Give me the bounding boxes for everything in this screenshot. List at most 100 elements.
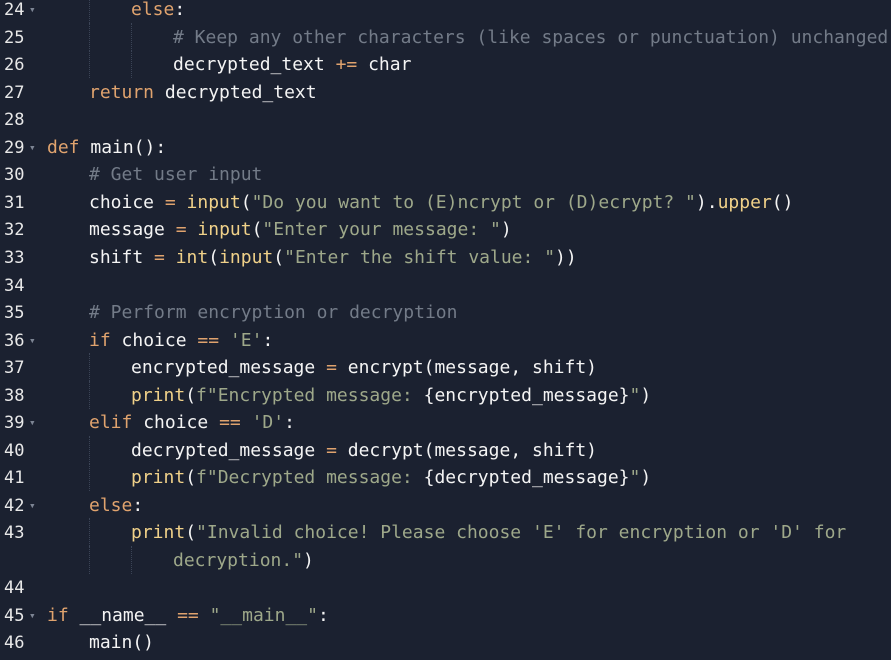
code-editor[interactable]: 24 ▾ else: 25 # Keep any other characters (l… xyxy=(0,0,891,660)
code-token: == xyxy=(219,412,241,433)
code-text: main() xyxy=(89,633,154,653)
code-token: () xyxy=(771,192,794,213)
fold-chevron-icon[interactable]: ▾ xyxy=(29,413,36,433)
code-text: # Get user input xyxy=(89,165,262,185)
code-token: encrypted_message xyxy=(131,357,327,378)
code-line[interactable]: 46 main() xyxy=(0,633,891,660)
fold-chevron-icon[interactable]: ▾ xyxy=(29,496,36,516)
code-token: input xyxy=(186,192,241,213)
code-token: ) xyxy=(500,219,512,240)
code-line[interactable]: 30 # Get user input xyxy=(0,165,891,193)
code-line[interactable]: 43 print("Invalid choice! Please choose '… xyxy=(0,518,891,551)
line-number: 25 xyxy=(4,28,25,48)
line-number: 44 xyxy=(4,578,25,598)
code-token: ( xyxy=(240,192,252,213)
code-token: message xyxy=(89,219,176,240)
code-text: if choice == 'E': xyxy=(89,331,273,351)
code-token: if xyxy=(47,605,69,626)
code-line[interactable]: 40 decrypted_message = decrypt(message, s… xyxy=(0,436,891,469)
fold-chevron-icon[interactable]: ▾ xyxy=(29,331,36,351)
code-token: char xyxy=(357,54,412,75)
code-text: else: xyxy=(89,496,143,516)
code-text: print(f"Decrypted message: {decrypted_me… xyxy=(131,468,651,488)
code-token: ( xyxy=(185,522,197,543)
code-text: else: xyxy=(131,0,185,20)
indent-guide xyxy=(89,23,90,51)
fold-chevron-icon[interactable]: ▾ xyxy=(29,606,36,626)
code-token: : xyxy=(132,495,144,516)
code-token: ) xyxy=(303,550,314,571)
code-line[interactable]: 32 message = input("Enter your message: "… xyxy=(0,220,891,248)
code-token: shift xyxy=(89,247,155,268)
code-line[interactable]: 35 # Perform encryption or decryption xyxy=(0,303,891,331)
code-text: message = input("Enter your message: ") xyxy=(89,220,512,240)
line-number: 43 xyxy=(4,523,25,543)
code-line[interactable]: 31 choice = input("Do you want to (E)ncry… xyxy=(0,193,891,221)
code-token: ) xyxy=(640,385,652,406)
code-line[interactable]: 26 decrypted_text += char xyxy=(0,50,891,83)
indent-guide xyxy=(89,518,90,546)
code-token: : xyxy=(317,605,329,626)
code-token: ( xyxy=(251,219,263,240)
code-line[interactable]: 44 xyxy=(0,578,891,606)
code-line[interactable]: 28 xyxy=(0,110,891,138)
code-token: encrypt(message, shift) xyxy=(336,357,598,378)
code-token: "Enter the shift value: " xyxy=(284,247,556,268)
code-token: == xyxy=(197,330,220,351)
fold-chevron-icon[interactable]: ▾ xyxy=(29,0,36,20)
line-number: 36 xyxy=(4,331,25,351)
code-line[interactable]: 37 encrypted_message = encrypt(message, s… xyxy=(0,353,891,386)
code-line[interactable]: 36 ▾ if choice == 'E': xyxy=(0,331,891,359)
code-token: main() xyxy=(89,632,155,653)
code-line[interactable]: 34 xyxy=(0,276,891,304)
code-text: print("Invalid choice! Please choose 'E'… xyxy=(131,523,846,543)
code-token: ( xyxy=(208,247,220,268)
code-line[interactable]: 38 print(f"Encrypted message: {encrypted_… xyxy=(0,381,891,414)
line-number: 33 xyxy=(4,248,25,268)
code-token: main(): xyxy=(79,137,167,158)
code-token: print xyxy=(131,385,186,406)
code-token: choice xyxy=(89,192,165,213)
code-token: # Perform encryption or decryption xyxy=(89,302,458,323)
code-token: : xyxy=(284,412,295,433)
code-token: "Do you want to (E)ncrypt or (D)ecrypt? … xyxy=(251,192,696,213)
code-line[interactable]: 41 print(f"Decrypted message: {decrypted_… xyxy=(0,463,891,496)
code-token: input xyxy=(197,219,252,240)
code-text: decrypted_message = decrypt(message, shi… xyxy=(131,441,597,461)
code-token: int xyxy=(175,247,209,268)
line-number: 45 xyxy=(4,606,25,626)
indent-guide xyxy=(89,381,90,409)
line-number: 27 xyxy=(4,83,25,103)
code-line[interactable]: 33 shift = int(input("Enter the shift val… xyxy=(0,248,891,276)
code-line[interactable]: 24 ▾ else: xyxy=(0,0,891,28)
code-token: " xyxy=(629,385,641,406)
code-line[interactable]: decryption.") xyxy=(0,546,891,579)
code-line[interactable]: 27 return decrypted_text xyxy=(0,83,891,111)
code-text: encrypted_message = encrypt(message, shi… xyxy=(131,358,597,378)
indent-guide xyxy=(89,436,90,464)
code-token: == xyxy=(177,605,199,626)
code-token: {encrypted_message} xyxy=(423,385,630,406)
code-line[interactable]: 29 ▾ def main(): xyxy=(0,138,891,166)
line-number: 41 xyxy=(4,468,25,488)
code-text: if __name__ == "__main__": xyxy=(47,606,329,626)
code-token: print xyxy=(131,522,186,543)
code-token: print xyxy=(131,467,186,488)
code-token: : xyxy=(174,0,186,20)
indent-guide xyxy=(89,353,90,381)
code-token: "__main__" xyxy=(209,605,318,626)
line-number: 34 xyxy=(4,276,25,296)
code-token: ( xyxy=(185,467,197,488)
fold-chevron-icon[interactable]: ▾ xyxy=(29,138,36,158)
code-token: decrypted_text xyxy=(154,82,317,103)
code-token: choice xyxy=(132,412,220,433)
code-line[interactable]: 39 ▾ elif choice == 'D': xyxy=(0,413,891,441)
code-line[interactable]: 45 ▾ if __name__ == "__main__": xyxy=(0,606,891,634)
code-token: elif xyxy=(89,412,133,433)
code-line[interactable]: 42 ▾ else: xyxy=(0,496,891,524)
code-line[interactable]: 25 # Keep any other characters (like spac… xyxy=(0,23,891,56)
